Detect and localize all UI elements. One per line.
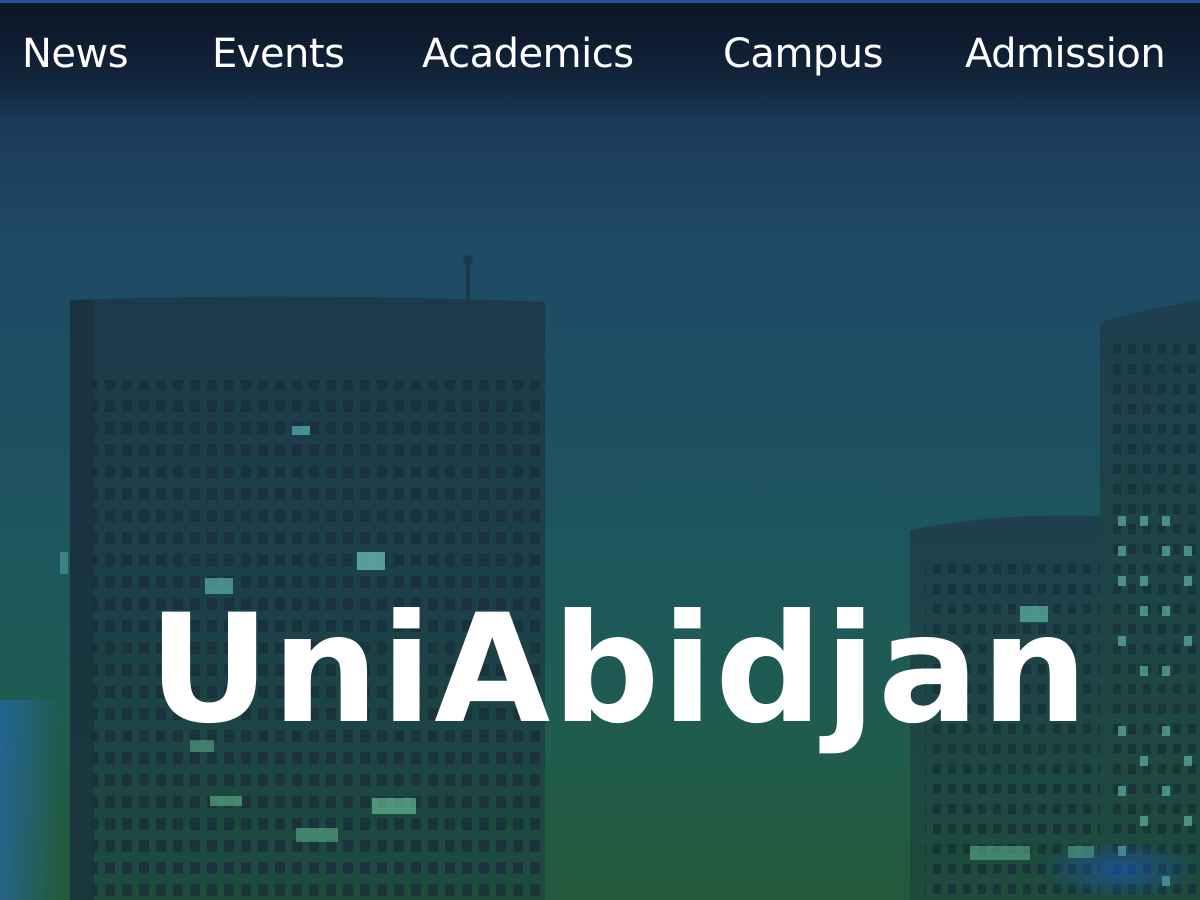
nav-item-events[interactable]: Events: [212, 30, 345, 78]
main-navigation: News Events Academics Campus Admission: [0, 0, 1200, 110]
nav-item-news[interactable]: News: [22, 30, 129, 78]
bottom-glow: [1040, 840, 1200, 900]
hero-section: News Events Academics Campus Admission U…: [0, 0, 1200, 900]
nav-item-admission[interactable]: Admission: [965, 30, 1166, 78]
hero-title: UniAbidjan: [148, 583, 1090, 757]
nav-item-campus[interactable]: Campus: [723, 30, 884, 78]
city-skyline-image: [60, 255, 1200, 900]
nav-item-academics[interactable]: Academics: [422, 30, 634, 78]
